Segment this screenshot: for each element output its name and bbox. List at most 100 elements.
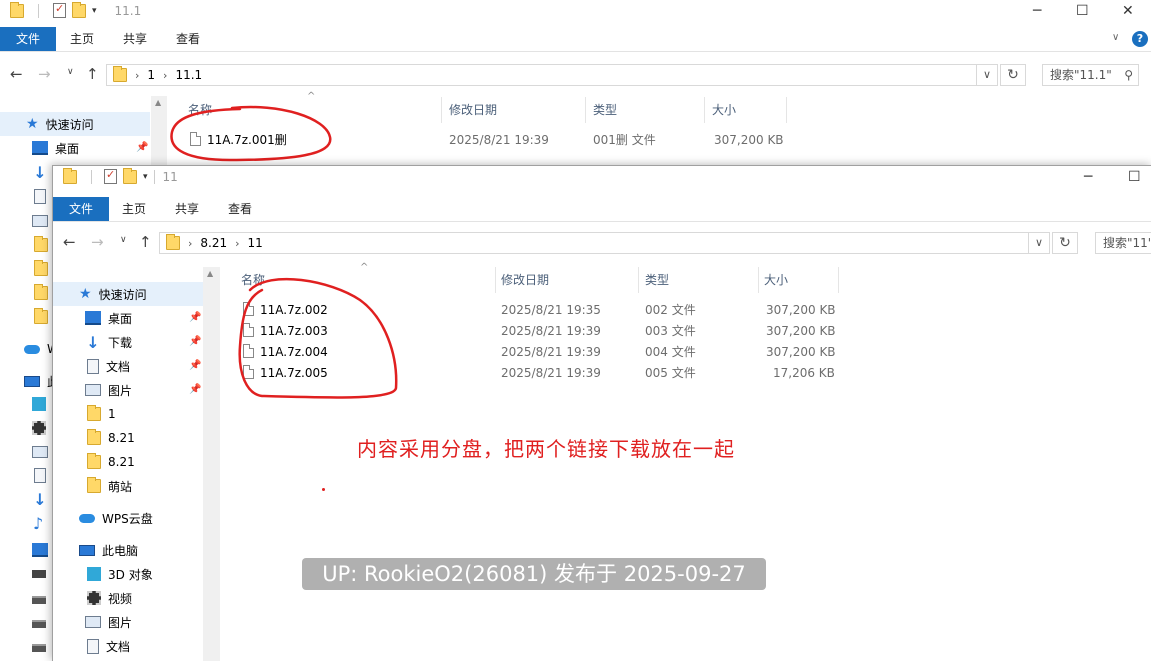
folder-icon — [87, 429, 101, 445]
pin-icon[interactable]: 📌 — [189, 312, 201, 323]
nav-pictures-pc[interactable]: 图片 — [85, 610, 132, 634]
nav-scrollbar[interactable]: ▲ — [203, 267, 219, 661]
file-row[interactable]: 11A.7z.005 — [243, 363, 328, 383]
3d-objects-icon — [87, 567, 101, 581]
nav-label: 图片 — [108, 383, 133, 398]
chevron-right-icon: › — [188, 236, 193, 250]
pc-icon — [79, 544, 95, 556]
refresh-button[interactable]: ↻ — [1052, 232, 1078, 254]
nav-folder-8-21[interactable]: 8.21 — [87, 450, 135, 474]
file-size: 17,206 KB — [773, 366, 835, 380]
back-arrow-icon[interactable]: ← — [63, 233, 76, 251]
breadcrumb-item[interactable]: 11 — [248, 236, 263, 250]
column-divider[interactable] — [758, 267, 759, 293]
annotation-text: 内容采用分盘，把两个链接下载放在一起 — [357, 437, 735, 461]
star-icon: ★ — [79, 286, 92, 302]
nav-label: 文档 — [106, 359, 131, 374]
downloads-icon: ↓ — [86, 332, 100, 352]
nav-pictures[interactable]: 图片 — [85, 378, 132, 402]
scroll-up-icon[interactable]: ▲ — [207, 269, 213, 278]
file-row[interactable]: 11A.7z.004 — [243, 342, 328, 362]
maximize-icon[interactable]: ☐ — [1128, 169, 1141, 185]
cloud-icon — [79, 513, 95, 523]
pane-divider[interactable] — [219, 267, 220, 661]
file-size: 307,200 KB — [766, 303, 836, 317]
column-divider[interactable] — [838, 267, 839, 293]
folder-icon — [87, 405, 101, 421]
pin-icon[interactable]: 📌 — [189, 360, 201, 371]
nav-label: 此电脑 — [102, 543, 139, 558]
file-size: 307,200 KB — [766, 324, 836, 338]
folder-icon — [87, 453, 101, 469]
nav-folder-mengzhan[interactable]: 萌站 — [87, 474, 132, 498]
column-header-date[interactable]: 修改日期 — [501, 269, 549, 291]
column-header-type[interactable]: 类型 — [645, 269, 669, 291]
file-type: 005 文件 — [645, 366, 696, 380]
nav-documents-pc[interactable]: 文档 — [87, 634, 130, 658]
address-row: ← → ∨ ↑ › 8.21 › 11 ∨ ↻ 搜索"11" — [53, 228, 1151, 260]
nav-folder-8-21[interactable]: 8.21 — [87, 426, 135, 450]
nav-label: 视频 — [108, 591, 133, 606]
nav-videos[interactable]: 视频 — [87, 586, 132, 610]
ribbon-tabs: 文件 主页 共享 查看 — [53, 197, 1151, 222]
forward-arrow-icon[interactable]: → — [91, 233, 104, 251]
column-divider[interactable] — [495, 267, 496, 293]
address-bar[interactable]: › 8.21 › 11 — [159, 232, 1029, 254]
file-type: 004 文件 — [645, 345, 696, 359]
file-date: 2025/8/21 19:35 — [501, 303, 601, 317]
nav-3d-objects[interactable]: 3D 对象 — [87, 562, 153, 586]
picture-icon — [85, 384, 101, 396]
nav-downloads[interactable]: ↓ 下载 — [85, 330, 132, 354]
tab-view[interactable]: 查看 — [222, 197, 258, 221]
customize-dropdown-icon[interactable]: ▾ — [143, 172, 148, 182]
nav-label: 萌站 — [108, 479, 133, 494]
tab-home[interactable]: 主页 — [116, 197, 152, 221]
file-name: 11A.7z.002 — [260, 303, 328, 317]
pin-icon[interactable]: 📌 — [189, 336, 201, 347]
search-input[interactable]: 搜索"11" — [1095, 232, 1151, 254]
nav-label: WPS云盘 — [102, 511, 153, 526]
separator — [91, 169, 92, 184]
nav-desktop[interactable]: 桌面 — [85, 306, 132, 330]
nav-quick-access[interactable]: ★ 快速访问 — [79, 282, 147, 306]
tab-file[interactable]: 文件 — [53, 197, 109, 221]
nav-label: 1 — [108, 407, 116, 421]
sort-up-icon: ^ — [360, 262, 369, 273]
tab-share[interactable]: 共享 — [169, 197, 205, 221]
desktop-icon — [85, 311, 101, 325]
file-icon — [243, 344, 254, 358]
file-name: 11A.7z.004 — [260, 345, 328, 359]
nav-wps-cloud[interactable]: WPS云盘 — [79, 506, 153, 530]
nav-folder-1[interactable]: 1 — [87, 402, 116, 426]
folder-icon — [87, 477, 101, 493]
nav-label: 3D 对象 — [108, 567, 153, 582]
file-date: 2025/8/21 19:39 — [501, 345, 601, 359]
folder-icon — [63, 167, 77, 184]
pin-icon[interactable]: 📌 — [189, 384, 201, 395]
nav-label: 8.21 — [108, 431, 135, 445]
address-dropdown-button[interactable]: ∨ — [1028, 232, 1050, 254]
file-icon — [243, 365, 254, 379]
uploader-watermark: UP: RookieO2(26081) 发布于 2025-09-27 — [302, 558, 766, 590]
new-folder-icon[interactable] — [123, 167, 137, 184]
file-name: 11A.7z.005 — [260, 366, 328, 380]
minimize-icon[interactable]: ─ — [1084, 169, 1092, 185]
column-divider[interactable] — [638, 267, 639, 293]
column-header-size[interactable]: 大小 — [764, 269, 788, 291]
properties-icon[interactable] — [104, 168, 117, 184]
file-icon — [243, 323, 254, 337]
breadcrumb-item[interactable]: 8.21 — [200, 236, 227, 250]
file-date: 2025/8/21 19:39 — [501, 366, 601, 380]
video-icon — [87, 591, 101, 605]
recent-dropdown-icon[interactable]: ∨ — [120, 235, 127, 245]
file-row[interactable]: 11A.7z.003 — [243, 321, 328, 341]
nav-label: 图片 — [108, 615, 133, 630]
red-circle-annotation — [170, 105, 332, 162]
nav-documents[interactable]: 文档 — [87, 354, 130, 378]
column-header-name[interactable]: 名称 — [241, 269, 265, 291]
search-placeholder: 搜索"11" — [1103, 236, 1151, 250]
file-row[interactable]: 11A.7z.002 — [243, 300, 328, 320]
up-arrow-icon[interactable]: ↑ — [139, 233, 152, 251]
file-size: 307,200 KB — [766, 345, 836, 359]
nav-this-pc[interactable]: 此电脑 — [79, 538, 138, 562]
